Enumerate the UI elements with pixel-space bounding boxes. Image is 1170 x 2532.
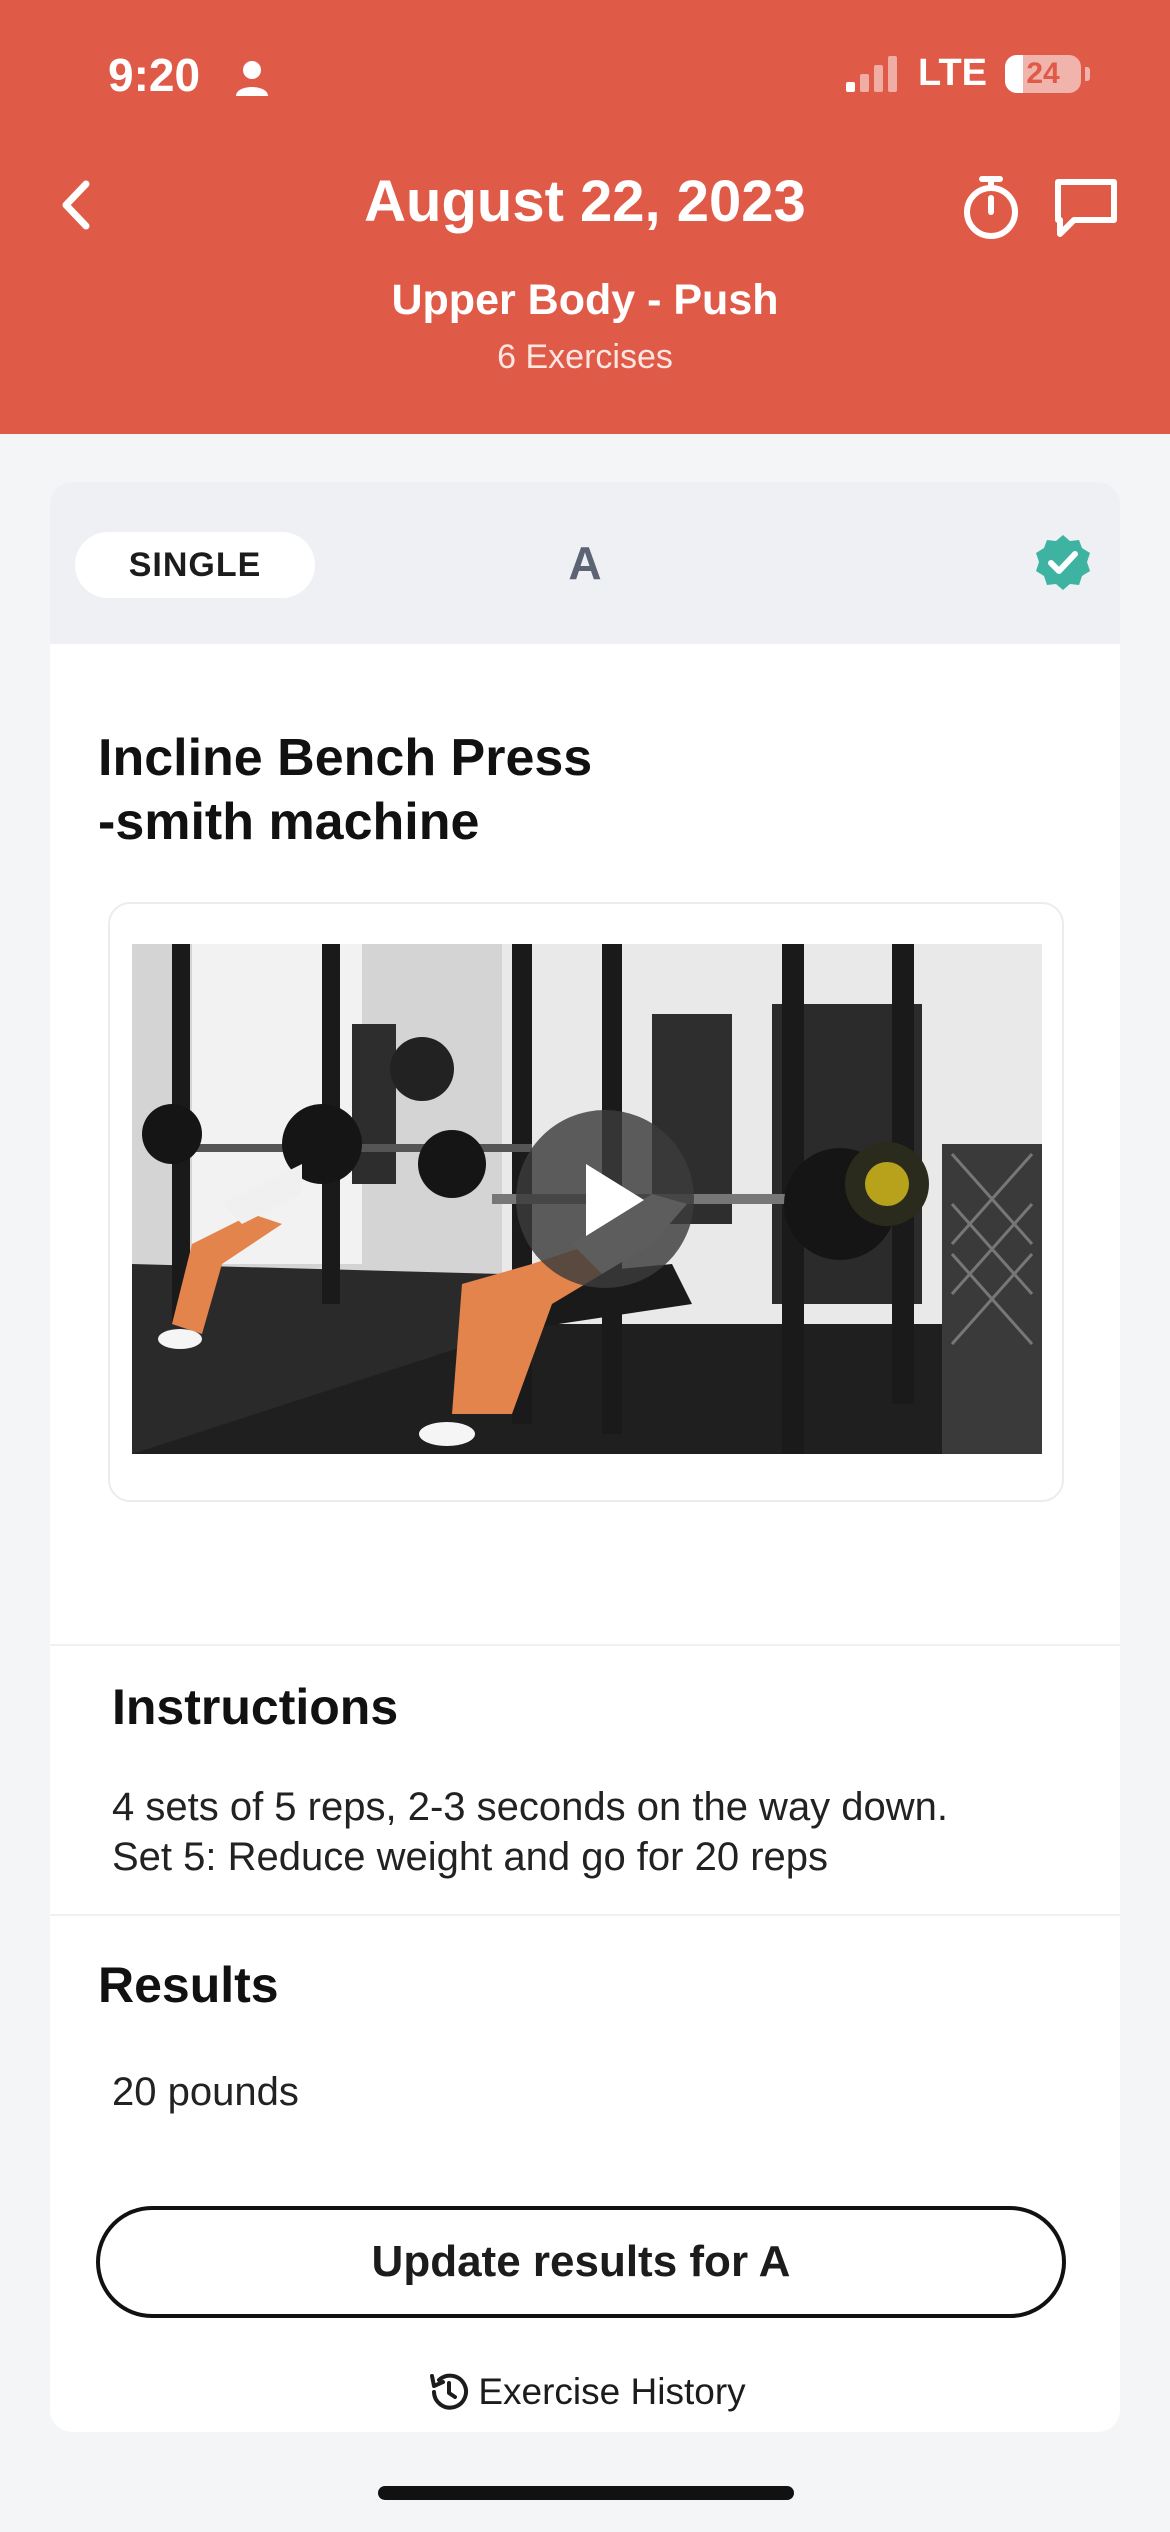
workout-header: 9:20 LTE 24 August 22, 2023 Upper Body -… xyxy=(0,0,1170,434)
exercise-title-line2: -smith machine xyxy=(98,793,480,851)
divider xyxy=(50,1644,1120,1646)
exercise-card: SINGLE A Incline Bench Press -smith mach… xyxy=(50,482,1120,2432)
battery-fill xyxy=(1005,54,1024,93)
exercise-title-line1: Incline Bench Press xyxy=(98,729,593,787)
results-title: Results xyxy=(98,1957,279,2013)
history-icon xyxy=(430,2373,469,2410)
check-badge-icon xyxy=(1036,535,1090,590)
person-icon xyxy=(236,61,268,96)
network-label: LTE xyxy=(918,52,987,94)
stopwatch-icon[interactable] xyxy=(956,172,1026,244)
exercise-history-label: Exercise History xyxy=(478,2371,746,2412)
video-frame xyxy=(108,902,1064,1502)
play-button[interactable] xyxy=(516,1110,694,1288)
exercise-card-header: SINGLE A xyxy=(50,482,1120,644)
exercise-video-thumbnail[interactable] xyxy=(132,944,1042,1454)
play-icon xyxy=(586,1164,644,1236)
results-value: 20 pounds xyxy=(112,2070,299,2114)
home-indicator[interactable] xyxy=(378,2486,794,2500)
status-right: LTE 24 xyxy=(844,52,1090,95)
workout-name: Upper Body - Push xyxy=(391,276,779,324)
instructions-text: 4 sets of 5 reps, 2-3 seconds on the way… xyxy=(112,1782,1092,1882)
battery-level: 24 xyxy=(1026,56,1060,90)
instructions-line2: Set 5: Reduce weight and go for 20 reps xyxy=(112,1835,829,1879)
battery-icon: 24 xyxy=(1005,54,1081,93)
divider xyxy=(50,1914,1120,1916)
status-time: 9:20 xyxy=(108,49,201,101)
exercise-history-link[interactable]: Exercise History xyxy=(50,2368,1120,2416)
exercise-letter: A xyxy=(568,537,602,589)
instructions-line1: 4 sets of 5 reps, 2-3 seconds on the way… xyxy=(112,1785,949,1829)
battery-tip xyxy=(1085,66,1090,81)
update-results-button[interactable]: Update results for A xyxy=(96,2206,1066,2318)
signal-icon xyxy=(846,55,898,92)
exercise-count: 6 Exercises xyxy=(497,338,673,376)
instructions-title: Instructions xyxy=(112,1679,399,1735)
chat-bubble-icon[interactable] xyxy=(1052,176,1120,240)
exercise-title: Incline Bench Press -smith machine xyxy=(98,726,592,854)
